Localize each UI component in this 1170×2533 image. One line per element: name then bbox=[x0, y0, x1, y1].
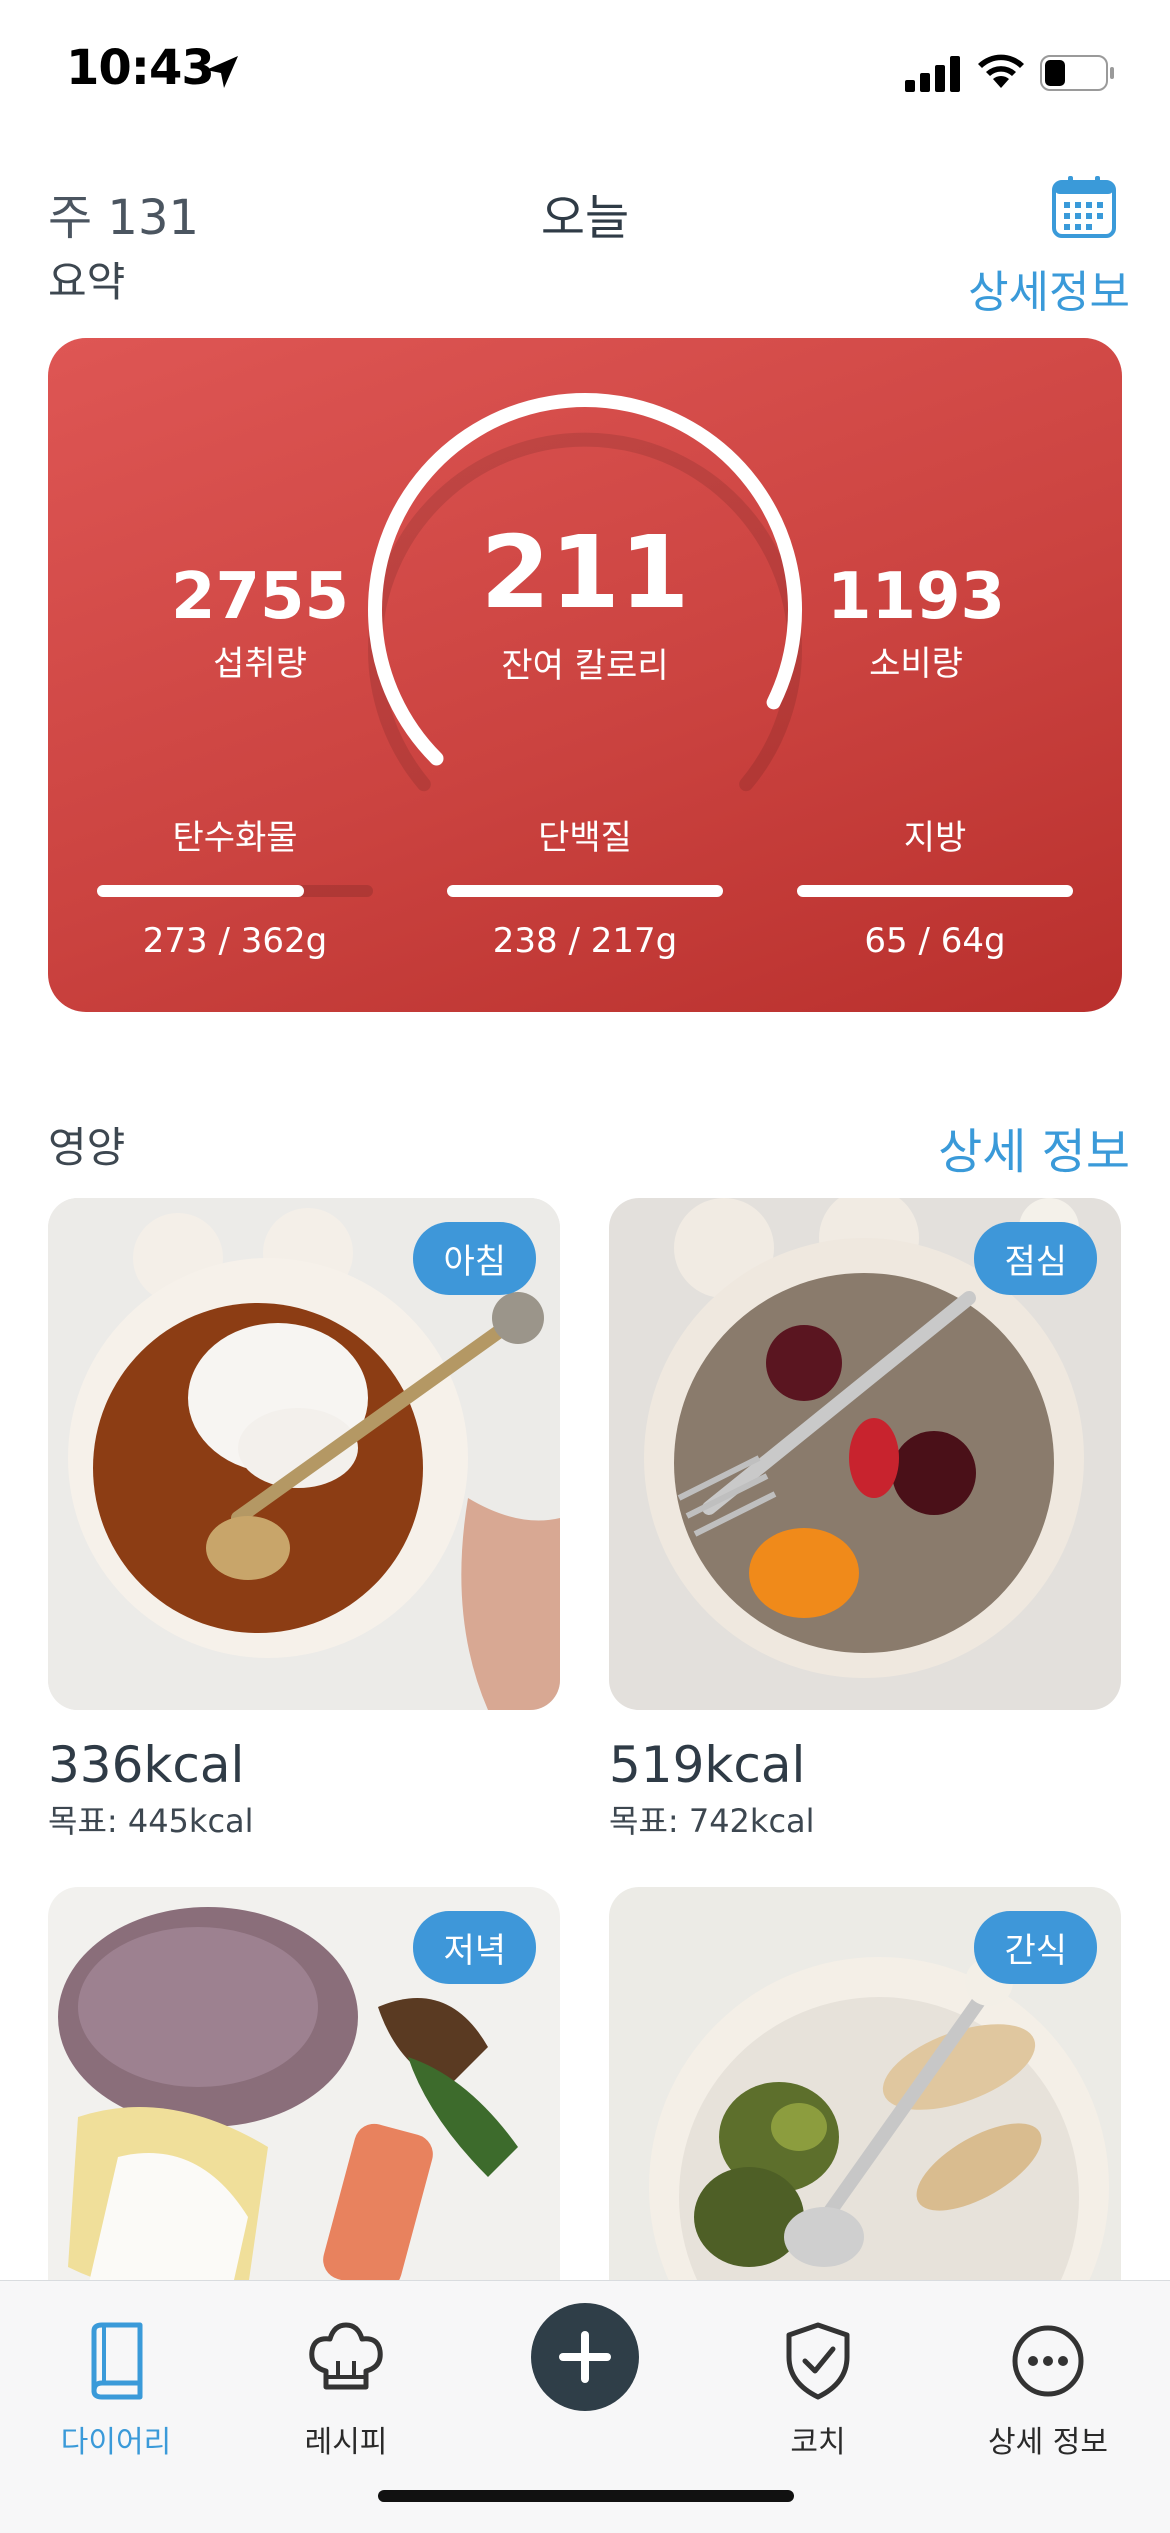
meal-card-lunch[interactable]: 점심 519kcal 목표: 742kcal bbox=[609, 1198, 1121, 1842]
macro-name: 단백질 bbox=[538, 818, 632, 858]
add-button[interactable] bbox=[531, 2303, 639, 2411]
nutrition-details-link[interactable]: 상세 정보 bbox=[938, 1112, 1130, 1182]
meal-goal: 목표: 445kcal bbox=[48, 1802, 254, 1840]
burned-value: 1193 bbox=[826, 560, 1006, 634]
summary-header: 요약 상세정보 bbox=[0, 262, 1170, 312]
macro-progress-bar bbox=[797, 885, 1073, 897]
meal-card-breakfast[interactable]: 아침 336kcal 목표: 445kcal bbox=[48, 1198, 560, 1842]
meal-tag: 저녁 bbox=[413, 1911, 536, 1984]
battery-icon bbox=[1040, 55, 1114, 91]
calendar-icon[interactable] bbox=[1052, 176, 1116, 238]
page-title: 오늘 bbox=[540, 190, 630, 246]
meal-tag: 아침 bbox=[413, 1222, 536, 1295]
meal-kcal: 519kcal bbox=[609, 1736, 806, 1794]
tab-recipes[interactable]: 레시피 bbox=[236, 2321, 456, 2461]
plus-icon bbox=[559, 2331, 611, 2383]
tab-label: 코치 bbox=[790, 2425, 846, 2460]
macro-protein: 단백질 238 / 217g bbox=[445, 810, 725, 961]
macro-progress-bar bbox=[97, 885, 373, 897]
remaining-value: 211 bbox=[480, 514, 690, 631]
eaten-value: 2755 bbox=[170, 560, 350, 634]
macro-fat: 지방 65 / 64g bbox=[795, 810, 1075, 961]
shield-check-icon bbox=[786, 2322, 850, 2400]
tab-coach[interactable]: 코치 bbox=[708, 2321, 928, 2461]
macro-name: 지방 bbox=[903, 818, 967, 858]
summary-details-link[interactable]: 상세정보 bbox=[968, 262, 1130, 312]
macro-progress-bar bbox=[447, 885, 723, 897]
status-bar: 10:43 bbox=[0, 0, 1170, 140]
more-icon bbox=[1012, 2325, 1084, 2397]
tab-label: 레시피 bbox=[304, 2425, 388, 2460]
macro-name: 탄수화물 bbox=[172, 818, 298, 858]
tab-more[interactable]: 상세 정보 bbox=[938, 2321, 1158, 2461]
book-icon bbox=[91, 2322, 143, 2400]
macro-carbs: 탄수화물 273 / 362g bbox=[95, 810, 375, 961]
burned-stat: 1193 소비량 bbox=[786, 560, 1046, 685]
meal-photo[interactable]: 점심 bbox=[609, 1198, 1121, 1710]
macro-value: 65 / 64g bbox=[864, 921, 1006, 961]
burned-label: 소비량 bbox=[869, 644, 963, 684]
tab-diary[interactable]: 다이어리 bbox=[6, 2321, 226, 2461]
summary-title: 요약 bbox=[48, 262, 126, 306]
macro-value: 238 / 217g bbox=[492, 921, 678, 961]
chef-hat-icon bbox=[309, 2322, 383, 2390]
wifi-icon bbox=[978, 54, 1024, 88]
remaining-label: 잔여 칼로리 bbox=[501, 646, 669, 686]
meal-photo[interactable]: 아침 bbox=[48, 1198, 560, 1710]
home-indicator bbox=[378, 2490, 794, 2502]
meal-goal: 목표: 742kcal bbox=[609, 1802, 815, 1840]
cellular-signal-icon bbox=[905, 56, 960, 92]
meal-kcal: 336kcal bbox=[48, 1736, 245, 1794]
status-time: 10:43 bbox=[66, 40, 215, 96]
eaten-label: 섭취량 bbox=[213, 644, 307, 684]
macro-value: 273 / 362g bbox=[142, 921, 328, 961]
location-arrow-icon bbox=[206, 56, 238, 88]
meal-tag: 점심 bbox=[974, 1222, 1097, 1295]
meal-tag: 간식 bbox=[974, 1911, 1097, 1984]
tab-label: 다이어리 bbox=[60, 2425, 172, 2460]
eaten-stat: 2755 섭취량 bbox=[130, 560, 390, 685]
calorie-summary-card[interactable]: 2755 섭취량 211 잔여 칼로리 1193 소비량 탄수화물 273 / … bbox=[48, 338, 1122, 1012]
tab-label: 상세 정보 bbox=[988, 2425, 1108, 2460]
nutrition-title: 영양 bbox=[48, 1123, 126, 1172]
